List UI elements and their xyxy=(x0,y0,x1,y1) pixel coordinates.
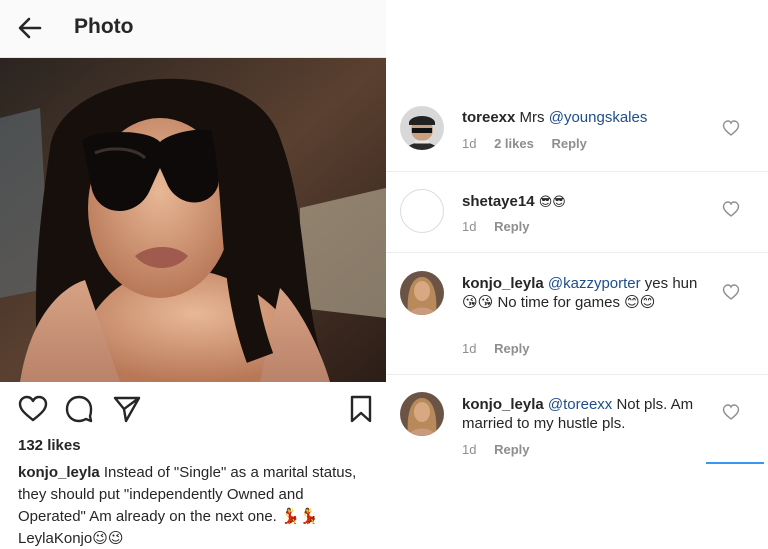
comment-like-button[interactable] xyxy=(722,200,740,218)
comment-username[interactable]: konjo_leyla xyxy=(462,396,544,413)
share-icon xyxy=(113,396,141,423)
comments-panel: toreexx Mrs @youngskales 1d 2 likes Repl… xyxy=(386,0,768,549)
comment-text: toreexx Mrs @youngskales xyxy=(462,108,700,127)
top-bar: Photo xyxy=(0,0,386,58)
comment-text: konjo_leyla @kazzyporter yes hun 😘😘 No t… xyxy=(462,274,700,312)
arrow-left-icon xyxy=(18,17,42,39)
reply-button[interactable]: Reply xyxy=(494,219,529,234)
avatar[interactable] xyxy=(400,106,444,150)
bookmark-icon xyxy=(350,395,372,423)
comment-time: 1d xyxy=(462,136,477,151)
reply-button[interactable]: Reply xyxy=(494,341,529,356)
reply-button[interactable]: Reply xyxy=(551,136,586,151)
comment-mention[interactable]: @toreexx xyxy=(548,396,612,413)
post-panel: Photo 132 likes konjo_leyla Instead of "… xyxy=(0,0,386,549)
comment-meta: 1d Reply xyxy=(462,442,544,457)
avatar[interactable] xyxy=(400,189,444,233)
heart-icon xyxy=(722,201,740,217)
comment-item: konjo_leyla @toreexx Not pls. Am married… xyxy=(386,375,768,463)
heart-icon xyxy=(722,120,740,136)
comment-item: toreexx Mrs @youngskales 1d 2 likes Repl… xyxy=(386,95,768,172)
comment-likes[interactable]: 2 likes xyxy=(494,136,534,151)
reply-button[interactable]: Reply xyxy=(494,442,529,457)
comment-username[interactable]: toreexx xyxy=(462,109,515,126)
comment-username[interactable]: shetaye14 xyxy=(462,193,535,210)
comment-mention[interactable]: @youngskales xyxy=(549,109,648,126)
back-button[interactable] xyxy=(16,14,44,42)
comment-body: 😎😎 xyxy=(534,195,566,210)
heart-icon xyxy=(722,404,740,420)
comment-like-button[interactable] xyxy=(722,403,740,421)
action-bar xyxy=(0,392,386,428)
heart-icon xyxy=(18,395,48,422)
avatar[interactable] xyxy=(400,392,444,436)
likes-count[interactable]: 132 likes xyxy=(18,437,81,454)
comment-icon xyxy=(65,395,93,423)
save-button[interactable] xyxy=(346,394,376,424)
comment-like-button[interactable] xyxy=(722,119,740,137)
comment-text: konjo_leyla @toreexx Not pls. Am married… xyxy=(462,395,700,433)
page-title: Photo xyxy=(74,15,134,38)
comment-time: 1d xyxy=(462,442,477,457)
comment-like-button[interactable] xyxy=(722,283,740,301)
comment-meta: 1d Reply xyxy=(462,341,544,356)
scroll-indicator xyxy=(706,462,764,464)
post-caption: konjo_leyla Instead of "Single" as a mar… xyxy=(18,462,370,549)
comment-time: 1d xyxy=(462,341,477,356)
comment-username[interactable]: konjo_leyla xyxy=(462,275,544,292)
share-button[interactable] xyxy=(112,394,142,424)
comment-prefix: Mrs xyxy=(519,109,549,126)
caption-username[interactable]: konjo_leyla xyxy=(18,464,100,481)
heart-icon xyxy=(722,284,740,300)
comment-item: konjo_leyla @kazzyporter yes hun 😘😘 No t… xyxy=(386,253,768,375)
comment-meta: 1d 2 likes Reply xyxy=(462,136,601,151)
like-button[interactable] xyxy=(18,394,48,424)
comment-meta: 1d Reply xyxy=(462,219,544,234)
comment-text: shetaye14 😎😎 xyxy=(462,192,700,212)
comment-button[interactable] xyxy=(64,394,94,424)
comment-mention[interactable]: @kazzyporter xyxy=(548,275,641,292)
comment-item: shetaye14 😎😎 1d Reply xyxy=(386,172,768,253)
comment-time: 1d xyxy=(462,219,477,234)
avatar[interactable] xyxy=(400,271,444,315)
post-photo[interactable] xyxy=(0,58,386,382)
